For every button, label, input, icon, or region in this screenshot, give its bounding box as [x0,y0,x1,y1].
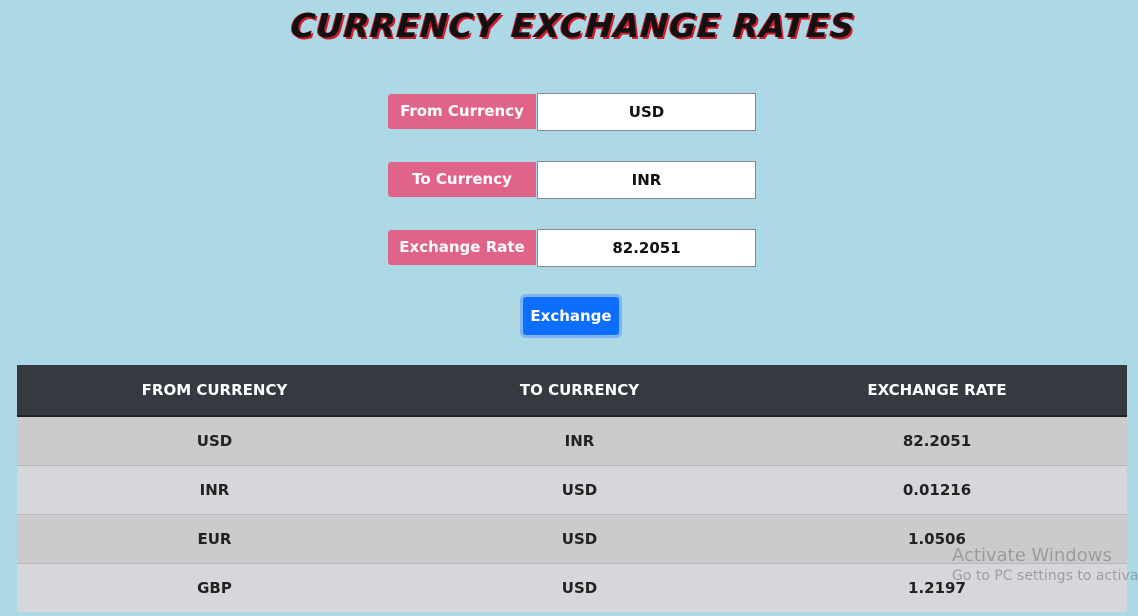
exchange-rate-input[interactable] [537,229,756,267]
column-header-rate[interactable]: EXCHANGE RATE [747,365,1127,417]
page-title: CURRENCY EXCHANGE RATES [289,6,857,45]
cell-exchange-rate: 0.01216 [747,465,1127,515]
exchange-rate-label: Exchange Rate [388,230,536,265]
exchange-button[interactable]: Exchange [520,294,622,338]
cell-to-currency: USD [412,465,747,515]
table-row[interactable]: USD INR 82.2051 [17,415,1127,466]
cell-to-currency: USD [412,514,747,564]
exchange-rate-row: Exchange Rate [388,229,756,267]
to-currency-row: To Currency [388,161,756,199]
cell-from-currency: GBP [17,563,412,612]
cell-exchange-rate: 82.2051 [747,415,1127,466]
from-currency-label: From Currency [388,94,536,129]
cell-from-currency: INR [17,465,412,515]
activate-windows-watermark: Activate Windows Go to PC settings to ac… [952,545,1138,584]
from-currency-input[interactable] [537,93,756,131]
cell-from-currency: USD [17,415,412,466]
watermark-subtitle: Go to PC settings to activate [952,567,1138,584]
table-row[interactable]: INR USD 0.01216 [17,465,1127,515]
to-currency-label: To Currency [388,162,536,197]
cell-from-currency: EUR [17,514,412,564]
to-currency-input[interactable] [537,161,756,199]
table-header-row: FROM CURRENCY TO CURRENCY EXCHANGE RATE [17,365,1127,417]
cell-to-currency: INR [412,415,747,466]
from-currency-row: From Currency [388,93,756,131]
watermark-title: Activate Windows [952,545,1112,566]
column-header-to[interactable]: TO CURRENCY [412,365,747,417]
cell-to-currency: USD [412,563,747,612]
column-header-from[interactable]: FROM CURRENCY [17,365,412,417]
